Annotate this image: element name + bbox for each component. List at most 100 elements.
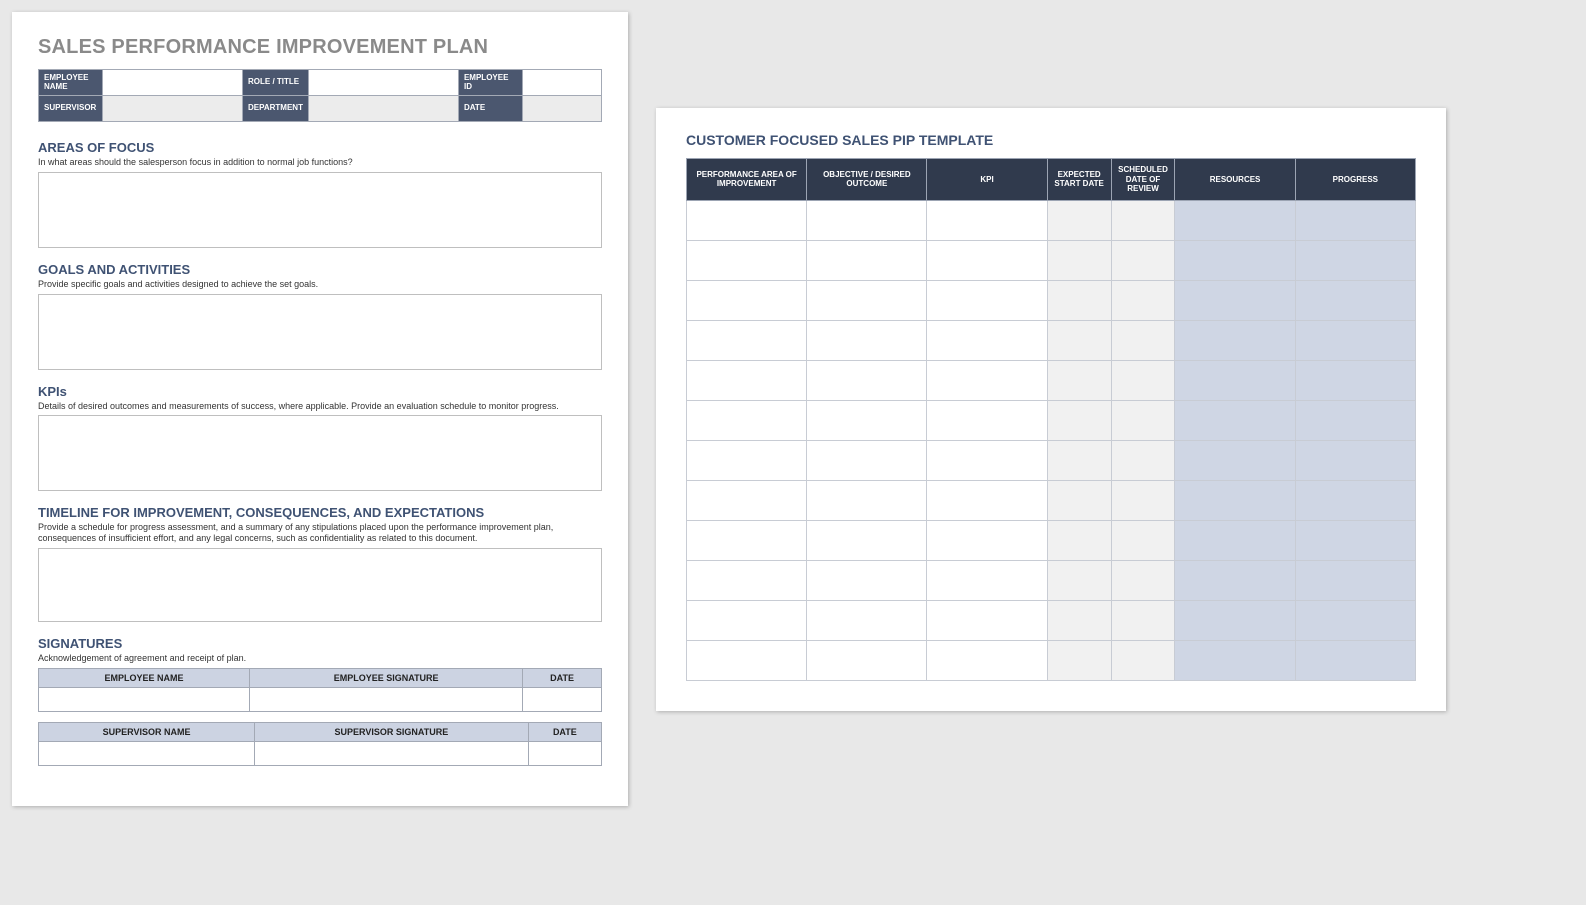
table-cell[interactable] <box>807 560 927 600</box>
table-cell[interactable] <box>1175 640 1295 680</box>
table-cell[interactable] <box>1111 320 1175 360</box>
table-cell[interactable] <box>687 600 807 640</box>
table-cell[interactable] <box>927 560 1047 600</box>
table-cell[interactable] <box>687 640 807 680</box>
field-date[interactable] <box>522 96 601 122</box>
table-cell[interactable] <box>1295 600 1415 640</box>
table-cell[interactable] <box>807 360 927 400</box>
textarea-timeline[interactable] <box>38 548 602 622</box>
table-cell[interactable] <box>687 440 807 480</box>
field-employee-id[interactable] <box>522 70 601 96</box>
field-employee-name[interactable] <box>103 70 243 96</box>
table-cell[interactable] <box>1295 440 1415 480</box>
table-cell[interactable] <box>1047 640 1111 680</box>
table-cell[interactable] <box>1111 400 1175 440</box>
table-cell[interactable] <box>927 640 1047 680</box>
table-cell[interactable] <box>1047 320 1111 360</box>
table-cell[interactable] <box>1111 440 1175 480</box>
table-cell[interactable] <box>1175 440 1295 480</box>
table-cell[interactable] <box>687 360 807 400</box>
textarea-kpi[interactable] <box>38 415 602 491</box>
table-cell[interactable] <box>1295 640 1415 680</box>
table-cell[interactable] <box>1111 600 1175 640</box>
table-cell[interactable] <box>927 280 1047 320</box>
table-cell[interactable] <box>1047 560 1111 600</box>
table-cell[interactable] <box>1175 360 1295 400</box>
field-emp-date[interactable] <box>523 687 602 711</box>
table-cell[interactable] <box>807 280 927 320</box>
table-cell[interactable] <box>1295 360 1415 400</box>
table-cell[interactable] <box>1047 240 1111 280</box>
table-cell[interactable] <box>1047 200 1111 240</box>
field-emp-sig[interactable] <box>250 687 523 711</box>
table-cell[interactable] <box>1175 480 1295 520</box>
table-cell[interactable] <box>1175 600 1295 640</box>
table-cell[interactable] <box>1111 200 1175 240</box>
field-supervisor[interactable] <box>103 96 243 122</box>
table-cell[interactable] <box>927 400 1047 440</box>
table-cell[interactable] <box>927 200 1047 240</box>
table-cell[interactable] <box>1047 600 1111 640</box>
table-cell[interactable] <box>1295 320 1415 360</box>
table-cell[interactable] <box>1175 240 1295 280</box>
table-cell[interactable] <box>687 200 807 240</box>
table-cell[interactable] <box>1047 480 1111 520</box>
table-cell[interactable] <box>1175 280 1295 320</box>
table-cell[interactable] <box>927 480 1047 520</box>
table-cell[interactable] <box>1111 240 1175 280</box>
table-cell[interactable] <box>807 520 927 560</box>
table-cell[interactable] <box>1175 520 1295 560</box>
field-sup-date[interactable] <box>528 741 601 765</box>
table-cell[interactable] <box>1047 280 1111 320</box>
field-emp-name[interactable] <box>39 687 250 711</box>
textarea-focus[interactable] <box>38 172 602 248</box>
table-cell[interactable] <box>687 240 807 280</box>
table-cell[interactable] <box>807 400 927 440</box>
table-cell[interactable] <box>687 480 807 520</box>
table-cell[interactable] <box>1047 400 1111 440</box>
table-cell[interactable] <box>927 440 1047 480</box>
table-cell[interactable] <box>807 480 927 520</box>
table-cell[interactable] <box>687 520 807 560</box>
table-cell[interactable] <box>1295 520 1415 560</box>
table-cell[interactable] <box>1047 440 1111 480</box>
table-cell[interactable] <box>687 320 807 360</box>
table-cell[interactable] <box>687 560 807 600</box>
table-cell[interactable] <box>1175 200 1295 240</box>
table-cell[interactable] <box>927 320 1047 360</box>
table-cell[interactable] <box>807 200 927 240</box>
table-cell[interactable] <box>807 240 927 280</box>
table-cell[interactable] <box>1111 360 1175 400</box>
table-cell[interactable] <box>1175 560 1295 600</box>
table-cell[interactable] <box>1047 520 1111 560</box>
table-cell[interactable] <box>807 440 927 480</box>
table-cell[interactable] <box>1295 400 1415 440</box>
table-cell[interactable] <box>687 280 807 320</box>
table-cell[interactable] <box>927 360 1047 400</box>
table-cell[interactable] <box>1111 520 1175 560</box>
table-cell[interactable] <box>1295 240 1415 280</box>
table-cell[interactable] <box>1175 400 1295 440</box>
table-cell[interactable] <box>1111 560 1175 600</box>
field-sup-name[interactable] <box>39 741 255 765</box>
table-cell[interactable] <box>807 320 927 360</box>
textarea-goals[interactable] <box>38 294 602 370</box>
table-cell[interactable] <box>927 520 1047 560</box>
table-cell[interactable] <box>1295 200 1415 240</box>
table-cell[interactable] <box>687 400 807 440</box>
table-cell[interactable] <box>1111 640 1175 680</box>
table-cell[interactable] <box>1175 320 1295 360</box>
table-cell[interactable] <box>927 240 1047 280</box>
table-cell[interactable] <box>807 640 927 680</box>
table-cell[interactable] <box>927 600 1047 640</box>
field-sup-sig[interactable] <box>255 741 529 765</box>
table-cell[interactable] <box>1111 480 1175 520</box>
table-cell[interactable] <box>1111 280 1175 320</box>
table-cell[interactable] <box>1295 280 1415 320</box>
table-cell[interactable] <box>1295 560 1415 600</box>
table-cell[interactable] <box>1295 480 1415 520</box>
field-role-title[interactable] <box>308 70 458 96</box>
table-cell[interactable] <box>807 600 927 640</box>
table-cell[interactable] <box>1047 360 1111 400</box>
field-department[interactable] <box>308 96 458 122</box>
